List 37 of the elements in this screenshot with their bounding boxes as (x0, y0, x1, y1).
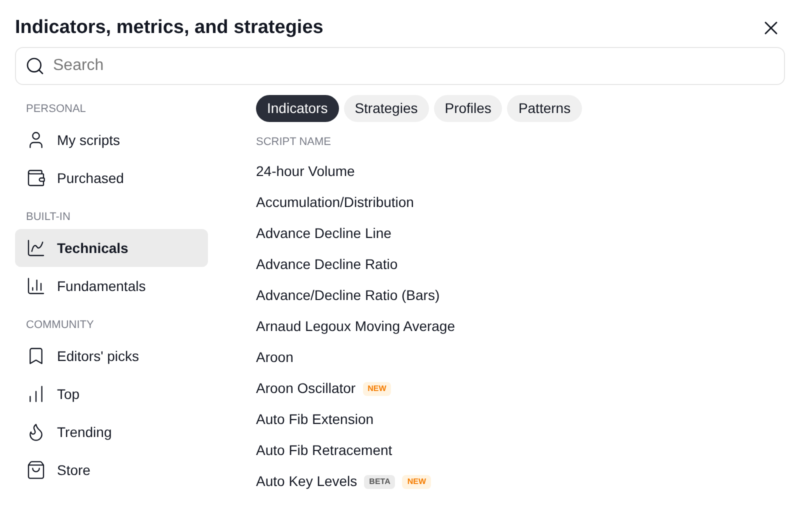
dialog-title: Indicators, metrics, and strategies (15, 16, 324, 40)
sidebar-item[interactable]: Editors' picks (15, 337, 208, 375)
script-name[interactable]: Auto Fib Retracement (256, 440, 392, 461)
script-name[interactable]: Arnaud Legoux Moving Average (256, 316, 455, 337)
script-name[interactable]: Aroon Oscillator (256, 378, 356, 399)
script-name[interactable]: Advance Decline Ratio (256, 254, 398, 275)
search-icon (25, 56, 45, 76)
status-badge: NEW (402, 474, 432, 488)
sidebar-item[interactable]: Technicals (15, 229, 208, 267)
wallet-icon (26, 168, 46, 188)
script-name[interactable]: Auto Key Levels (256, 471, 358, 492)
search-field[interactable]: Search (15, 47, 785, 85)
section-label: PERSONAL (25, 102, 87, 117)
sidebar-item[interactable]: Trending (15, 413, 208, 451)
sidebar-item[interactable]: My scripts (15, 121, 208, 159)
script-name[interactable]: Aroon (256, 347, 294, 368)
category-tab[interactable]: Patterns (507, 95, 582, 122)
sidebar-item[interactable]: Top (15, 375, 208, 413)
script-name[interactable]: Advance Decline Line (256, 223, 392, 244)
status-badge: NEW (362, 382, 392, 396)
shopping-bag-icon (26, 460, 46, 480)
section-label: COMMUNITY (25, 318, 95, 333)
bar-chart-icon (26, 276, 46, 296)
sidebar-item[interactable]: Purchased (15, 159, 208, 197)
status-badge: BETA (364, 474, 396, 488)
section-label: BUILT-IN (25, 210, 72, 225)
category-tab[interactable]: Profiles (434, 95, 502, 122)
category-tab[interactable]: Indicators (256, 95, 339, 122)
category-tab[interactable]: Strategies (344, 95, 429, 122)
script-name[interactable]: Advance/Decline Ratio (Bars) (256, 285, 440, 306)
script-name[interactable]: 24-hour Volume (256, 161, 355, 182)
sidebar-item[interactable]: Store (15, 451, 208, 489)
column-header: SCRIPT NAME (256, 135, 332, 150)
sidebar-item[interactable]: Fundamentals (15, 267, 208, 305)
script-name[interactable]: Auto Fib Extension (256, 409, 374, 430)
script-name[interactable]: Accumulation/Distribution (256, 192, 414, 213)
line-chart-icon (26, 238, 46, 258)
